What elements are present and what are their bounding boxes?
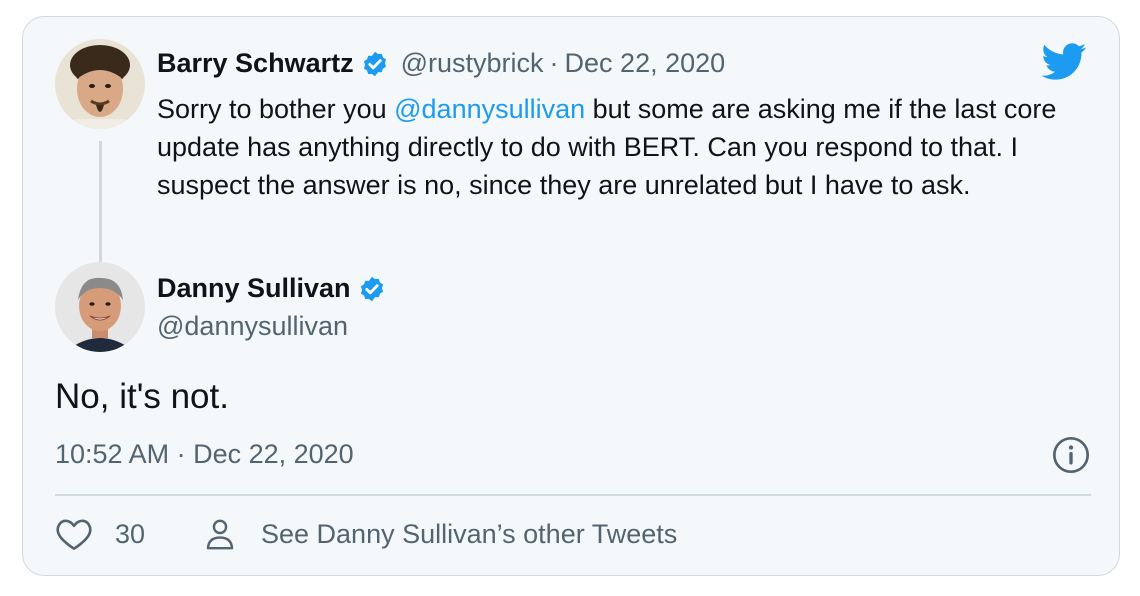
person-icon [203, 517, 237, 551]
verified-badge-icon [358, 275, 386, 303]
quoted-tweet-text: Sorry to bother you @dannysullivan but s… [157, 90, 1101, 204]
profile-link-label: See Danny Sullivan’s other Tweets [261, 518, 678, 549]
quoted-tweet-date[interactable]: Dec 22, 2020 [565, 48, 726, 79]
mention-link[interactable]: @dannysullivan [394, 94, 585, 124]
embedded-tweet-card[interactable]: Barry Schwartz @rustybrick · Dec 22, 202… [22, 16, 1120, 576]
barry-handle[interactable]: @rustybrick [401, 48, 544, 79]
tweet-timestamp[interactable]: 10:52 AM · Dec 22, 2020 [55, 439, 354, 470]
quoted-tweet-header: Barry Schwartz @rustybrick · Dec 22, 202… [157, 48, 725, 79]
danny-handle-row: @dannysullivan [157, 311, 348, 342]
reply-tweet-header: Danny Sullivan [157, 273, 386, 304]
danny-display-name[interactable]: Danny Sullivan [157, 273, 351, 304]
info-icon[interactable] [1051, 435, 1091, 480]
quoted-text-before: Sorry to bother you [157, 94, 395, 124]
barry-avatar[interactable] [55, 39, 145, 129]
like-count: 30 [115, 518, 146, 549]
danny-avatar[interactable] [55, 262, 145, 352]
danny-handle[interactable]: @dannysullivan [157, 311, 348, 342]
verified-badge-icon [361, 50, 389, 78]
thread-connector-line [99, 141, 102, 263]
twitter-bird-icon[interactable] [1041, 43, 1087, 86]
heart-icon [55, 517, 93, 551]
header-separator: · [549, 48, 559, 78]
see-other-tweets-link[interactable]: See Danny Sullivan’s other Tweets [203, 517, 677, 551]
reply-tweet-text: No, it's not. [55, 377, 229, 416]
footer-divider [55, 494, 1091, 496]
barry-display-name[interactable]: Barry Schwartz [157, 48, 354, 79]
like-button[interactable]: 30 [55, 517, 145, 551]
